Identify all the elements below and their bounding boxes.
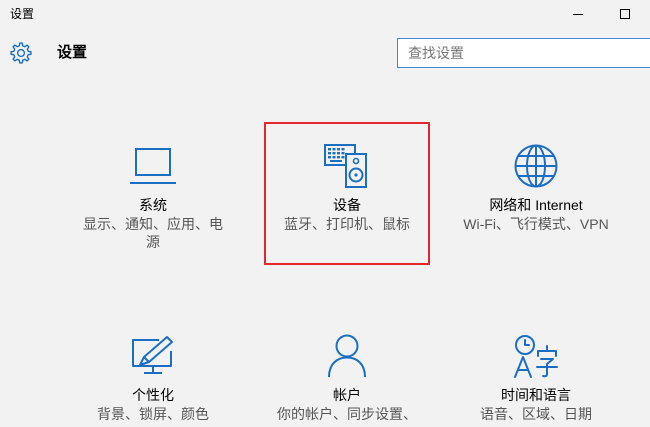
- category-label: 个性化: [132, 387, 174, 403]
- time-language-icon: [514, 335, 558, 378]
- category-system[interactable]: 系统 显示、通知、应用、电源: [70, 144, 236, 251]
- category-description: 蓝牙、打印机、鼠标: [284, 216, 410, 232]
- minimize-button[interactable]: [555, 0, 601, 30]
- window-title: 设置: [10, 7, 35, 21]
- globe-icon: [514, 144, 558, 188]
- gear-icon: [10, 42, 32, 64]
- category-description: 显示、通知、应用、电源: [83, 216, 223, 250]
- maximize-button[interactable]: [602, 0, 648, 30]
- category-label: 设备: [333, 197, 361, 213]
- category-description: 你的帐户、同步设置、: [277, 406, 417, 422]
- page-title: 设置: [57, 44, 88, 61]
- category-time-language[interactable]: 时间和语言 语音、区域、日期: [453, 334, 619, 423]
- category-network[interactable]: 网络和 Internet Wi-Fi、飞行模式、VPN: [453, 144, 619, 233]
- person-icon: [328, 334, 366, 378]
- category-description: 语音、区域、日期: [480, 406, 592, 422]
- category-devices[interactable]: 设备 蓝牙、打印机、鼠标: [264, 144, 430, 233]
- category-description: 背景、锁屏、颜色: [97, 406, 209, 422]
- search-input[interactable]: [397, 38, 650, 68]
- title-bar: 设置: [0, 0, 650, 30]
- minimize-icon: [573, 14, 583, 15]
- category-label: 系统: [139, 197, 167, 213]
- maximize-icon: [620, 9, 630, 19]
- category-personalization[interactable]: 个性化 背景、锁屏、颜色: [70, 334, 236, 423]
- laptop-icon: [130, 148, 176, 184]
- category-label: 时间和语言: [501, 387, 571, 403]
- category-description: Wi-Fi、飞行模式、VPN: [463, 216, 609, 232]
- personalization-icon: [132, 336, 173, 374]
- category-label: 帐户: [333, 387, 361, 403]
- category-label: 网络和 Internet: [489, 197, 583, 213]
- category-accounts[interactable]: 帐户 你的帐户、同步设置、: [264, 334, 430, 423]
- devices-icon: [324, 144, 367, 188]
